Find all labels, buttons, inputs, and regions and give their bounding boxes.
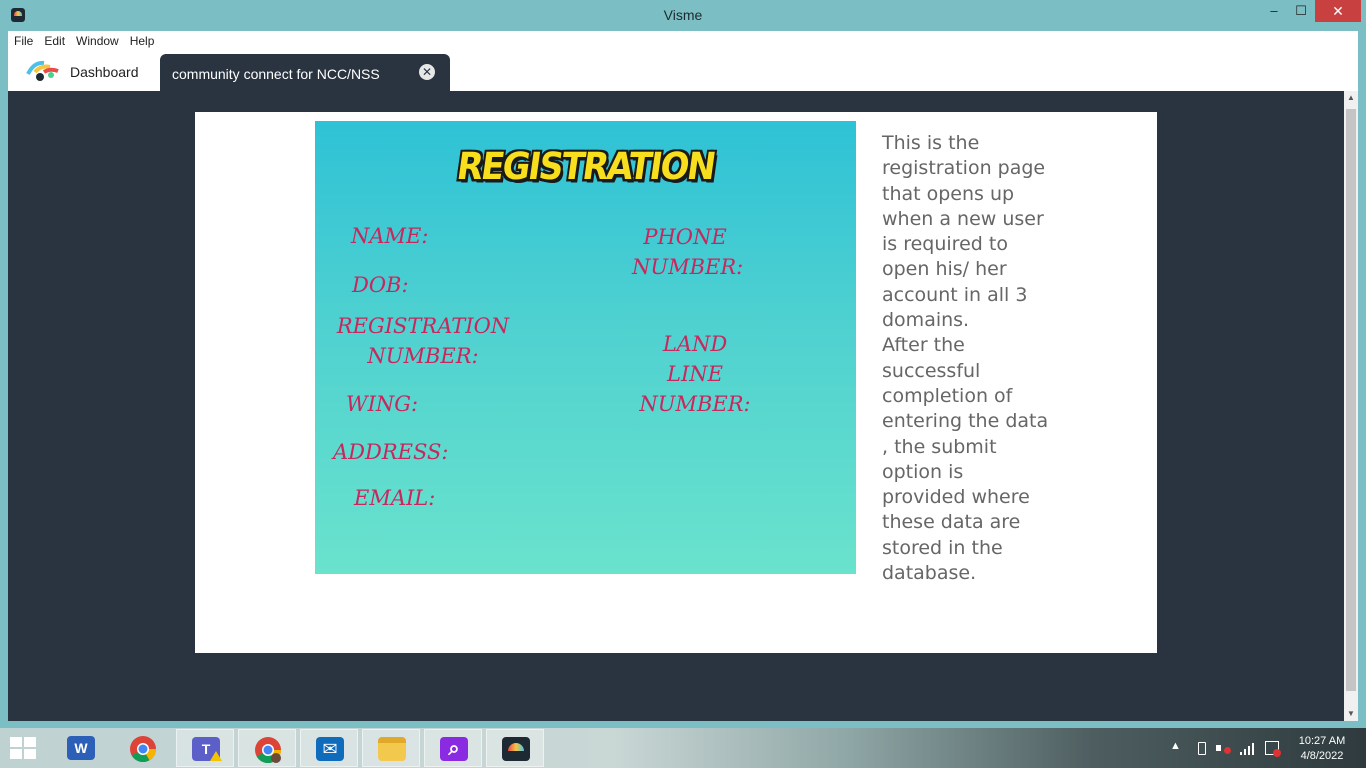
menu-file[interactable]: File <box>8 31 38 48</box>
windows-start-icon[interactable] <box>10 737 38 759</box>
tray-overflow-arrow-icon[interactable]: ▲ <box>1170 740 1181 752</box>
description-line: open his/ her <box>882 258 1007 281</box>
volume-muted-icon[interactable] <box>1216 741 1231 755</box>
menu-bar: File Edit Window Help <box>8 31 1358 53</box>
description-line: After the <box>882 334 965 357</box>
menu-help[interactable]: Help <box>124 31 160 48</box>
taskbar-mail[interactable]: ✉ <box>300 729 358 767</box>
tab-close-icon[interactable]: ✕ <box>419 64 435 80</box>
chrome-icon <box>130 736 157 763</box>
description-line: , the submit <box>882 435 997 458</box>
close-window-button[interactable]: ✕ <box>1315 0 1361 22</box>
description-line: entering the data <box>882 410 1049 433</box>
field-name-label: NAME: <box>351 224 429 248</box>
description-line: is required to <box>882 233 1008 256</box>
network-signal-icon[interactable] <box>1240 742 1256 755</box>
description-line: that opens up <box>882 182 1015 205</box>
scroll-up-arrow-icon[interactable]: ▲ <box>1344 91 1358 105</box>
taskbar-chrome-profile[interactable] <box>238 729 296 767</box>
description-line: option is <box>882 460 964 483</box>
maximize-button[interactable]: ☐ <box>1287 0 1315 22</box>
minimize-button[interactable]: – <box>1260 0 1288 22</box>
field-registration-line2: NUMBER: <box>367 344 479 368</box>
search-app-icon: ⌕ <box>440 737 468 761</box>
tab-dashboard[interactable]: Dashboard <box>8 53 160 91</box>
description-line: successful <box>882 359 981 382</box>
description-line: This is the <box>882 132 980 154</box>
registration-card-image: REGISTRATION NAME: DOB: REGISTRATION NUM… <box>315 121 856 574</box>
field-landline-line1: LAND LINE <box>662 332 728 386</box>
registration-title: REGISTRATION <box>454 145 717 189</box>
taskbar: W T ✉ ⌕ ▲ 10:27 AM 4/8/2022 <box>0 728 1366 768</box>
clock-time: 10:27 AM <box>1298 735 1346 747</box>
visme-logo-icon <box>26 60 59 81</box>
taskbar-search-app[interactable]: ⌕ <box>424 729 482 767</box>
description-line: provided where <box>882 486 1030 509</box>
window-title: Visme <box>663 7 703 23</box>
battery-icon[interactable] <box>1198 742 1206 755</box>
field-phone-line2: NUMBER: <box>632 255 744 279</box>
field-email-label: EMAIL: <box>354 486 436 510</box>
field-address-label: ADDRESS: <box>333 440 449 464</box>
field-landline-line2: NUMBER: <box>639 392 751 416</box>
taskbar-chrome[interactable] <box>114 729 172 767</box>
warning-badge-icon <box>210 751 222 761</box>
app-window: Visme – ☐ ✕ File Edit Window Help Dashboard… <box>0 0 1366 728</box>
system-clock[interactable]: 10:27 AM 4/8/2022 <box>1290 734 1354 764</box>
description-line: database. <box>882 562 977 585</box>
file-explorer-icon <box>378 737 406 761</box>
mail-icon: ✉ <box>316 737 344 761</box>
tab-active-label: community connect for NCC/NSS <box>172 66 380 82</box>
description-line: completion of <box>882 384 1013 407</box>
notification-flag-icon[interactable] <box>1265 741 1281 757</box>
menu-window[interactable]: Window <box>70 31 124 48</box>
taskbar-teams[interactable]: T <box>176 729 234 767</box>
description-line: account in all 3 <box>882 283 1028 306</box>
description-line: domains. <box>882 309 970 332</box>
clock-date: 4/8/2022 <box>1300 750 1344 762</box>
tab-community-connect[interactable]: community connect for NCC/NSS ✕ <box>160 54 450 91</box>
chrome-profile-icon <box>255 737 282 764</box>
field-registration-number-label: REGISTRATION NUMBER: <box>336 311 510 371</box>
description-text-box[interactable]: This is the registration page that opens… <box>882 131 1052 586</box>
word-icon: W <box>67 736 95 760</box>
tab-dashboard-label: Dashboard <box>70 64 139 80</box>
editor-canvas: REGISTRATION NAME: DOB: REGISTRATION NUM… <box>8 91 1358 721</box>
scroll-thumb[interactable] <box>1346 109 1356 691</box>
description-line: registration page <box>882 157 1046 180</box>
tab-bar: Dashboard community connect for NCC/NSS … <box>8 53 1358 91</box>
taskbar-word[interactable]: W <box>52 729 110 767</box>
description-line: stored in the <box>882 536 1003 559</box>
description-line: when a new user <box>882 207 1044 230</box>
menu-edit[interactable]: Edit <box>38 31 70 48</box>
vertical-scrollbar[interactable]: ▲ ▼ <box>1344 91 1358 721</box>
field-registration-line1: REGISTRATION <box>336 314 510 338</box>
visme-icon <box>502 737 530 761</box>
taskbar-file-explorer[interactable] <box>362 729 420 767</box>
title-bar[interactable]: Visme – ☐ ✕ <box>0 0 1366 31</box>
field-wing-label: WING: <box>346 392 419 416</box>
field-dob-label: DOB: <box>352 273 409 297</box>
field-landline-number-label: LAND LINE NUMBER: <box>633 329 757 419</box>
description-line: these data are <box>882 511 1021 534</box>
scroll-down-arrow-icon[interactable]: ▼ <box>1344 707 1358 721</box>
slide[interactable]: REGISTRATION NAME: DOB: REGISTRATION NUM… <box>195 112 1157 653</box>
field-phone-line1: PHONE <box>643 225 727 249</box>
taskbar-visme[interactable] <box>486 729 544 767</box>
field-phone-number-label: PHONE NUMBER: <box>632 222 744 282</box>
